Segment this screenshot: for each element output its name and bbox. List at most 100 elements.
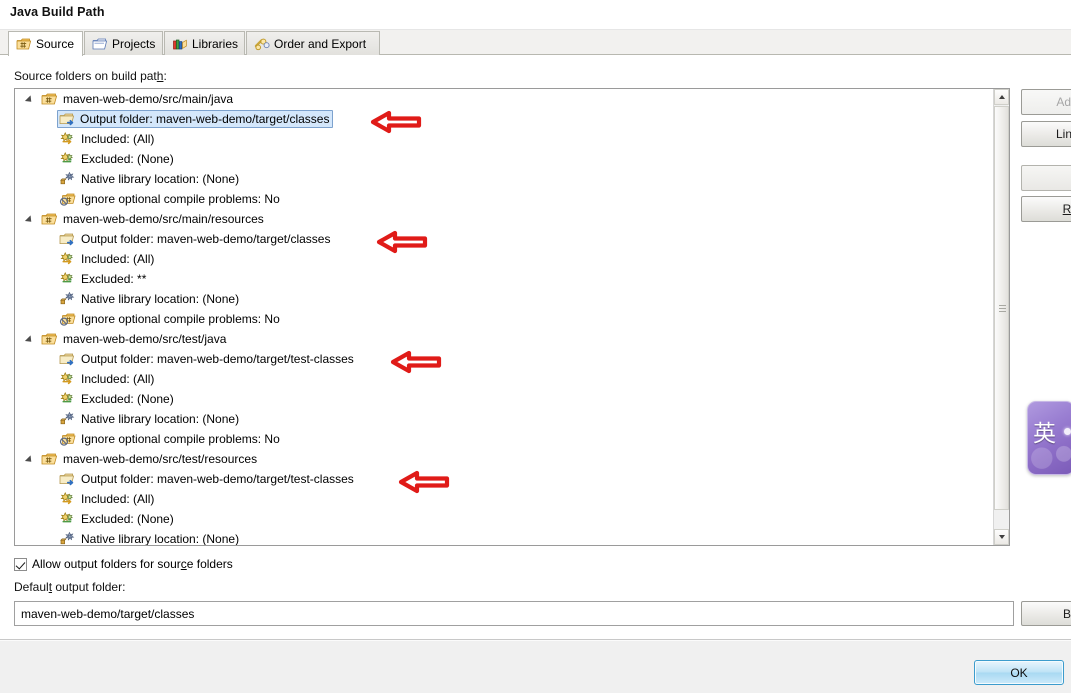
order-export-icon [254,37,270,51]
tree-child-label: Output folder: maven-web-demo/target/tes… [81,352,354,366]
tree-child-label: Output folder: maven-web-demo/target/cla… [80,112,330,126]
annotation-arrow-2 [376,230,428,257]
default-output-folder-input[interactable]: maven-web-demo/target/classes [14,601,1014,626]
link-source-button[interactable]: Link [1021,121,1071,147]
tree-item-content: Ignore optional compile problems: No [59,191,280,207]
tree-item-content: Output folder: maven-web-demo/target/tes… [59,351,354,367]
native-library-icon [59,411,77,427]
tree-child-row[interactable]: Native library location: (None) [15,529,993,545]
annotation-arrow-3 [390,350,442,377]
excluded-icon [59,271,77,287]
allow-output-folders-label: Allow output folders for source folders [32,557,233,571]
source-folders-tree[interactable]: maven-web-demo/src/main/java Output folde… [14,88,1010,546]
source-folder-icon [41,211,59,227]
native-library-icon [59,291,77,307]
tree-child-row[interactable]: Ignore optional compile problems: No [15,309,993,329]
tab-bar: Source Projects Libraries Order and Expo… [0,30,1071,56]
tree-child-row[interactable]: Output folder: maven-web-demo/target/tes… [15,469,993,489]
tree-item-content: Included: (All) [59,131,154,147]
native-library-icon [59,531,77,545]
tree-child-label: Included: (All) [81,372,155,386]
add-folder-button[interactable]: Add [1021,89,1071,115]
expand-collapse-icon[interactable] [24,335,35,345]
tree-child-label: Ignore optional compile problems: No [81,192,280,206]
output-folder-icon [59,111,77,127]
tree-child-row[interactable]: Included: (All) [15,369,993,389]
tree-child-label: Native library location: (None) [81,532,240,545]
expand-collapse-icon[interactable] [24,95,35,105]
tree-item-content: Ignore optional compile problems: No [59,431,280,447]
tab-source[interactable]: Source [8,31,83,56]
expand-collapse-icon[interactable] [24,215,35,225]
scroll-up-button[interactable] [994,89,1009,105]
annotation-arrow-1 [370,110,422,137]
excluded-icon [59,391,77,407]
tab-order-export-label: Order and Export [274,36,367,51]
expand-collapse-icon[interactable] [24,455,35,465]
tree-item-content: Excluded: (None) [59,511,174,527]
allow-output-folders-checkbox[interactable] [14,557,27,571]
ime-mode-label: 英 [1033,421,1056,447]
tree-child-row[interactable]: Included: (All) [15,129,993,149]
tab-libraries[interactable]: Libraries [164,31,245,55]
tab-order-and-export[interactable]: Order and Export [246,31,380,55]
source-folder-icon [41,331,59,347]
tree-root-row[interactable]: maven-web-demo/src/main/java [15,89,993,109]
tree-child-label: Included: (All) [81,132,155,146]
allow-output-folders-row[interactable]: Allow output folders for source folders [14,557,233,571]
tab-projects[interactable]: Projects [84,31,163,55]
browse-button[interactable]: B [1021,601,1071,626]
edit-button[interactable] [1021,165,1071,191]
tree-child-row[interactable]: Ignore optional compile problems: No [15,429,993,449]
tree-child-label: Ignore optional compile problems: No [81,312,280,326]
java-build-path-dialog: Java Build Path Source Projects Librarie… [0,0,1071,693]
tree-child-row[interactable]: Output folder: maven-web-demo/target/tes… [15,349,993,369]
tree-item-content: Ignore optional compile problems: No [59,311,280,327]
tree-child-row[interactable]: Output folder: maven-web-demo/target/cla… [15,109,993,129]
tree-child-row[interactable]: Native library location: (None) [15,169,993,189]
tree-item-content: Output folder: maven-web-demo/target/tes… [59,471,354,487]
tree-item-content: Excluded: (None) [59,151,174,167]
tree-child-label: Excluded: ** [81,272,147,286]
tree-child-row[interactable]: Included: (All) [15,249,993,269]
source-folder-icon [41,91,59,107]
included-icon [59,371,77,387]
included-icon [59,131,77,147]
ignore-problems-icon [59,431,77,447]
ime-language-badge[interactable]: 英 [1027,401,1071,475]
tree-child-row[interactable]: Native library location: (None) [15,289,993,309]
tree-child-row[interactable]: Included: (All) [15,489,993,509]
tree-root-row[interactable]: maven-web-demo/src/main/resources [15,209,993,229]
tree-root-label: maven-web-demo/src/main/resources [63,212,264,226]
tree-vertical-scrollbar[interactable] [993,89,1009,545]
source-folder-icon [16,37,32,51]
selected-tree-item: Output folder: maven-web-demo/target/cla… [57,110,334,128]
chevron-up-icon [999,95,1005,99]
tree-child-row[interactable]: Excluded: (None) [15,509,993,529]
tab-source-label: Source [36,37,75,51]
tree-child-row[interactable]: Ignore optional compile problems: No [15,189,993,209]
ok-button[interactable]: OK [974,660,1064,685]
tree-child-row[interactable]: Output folder: maven-web-demo/target/cla… [15,229,993,249]
page-title: Java Build Path [10,5,105,19]
tree-item-content: Included: (All) [59,251,154,267]
tree-root-row[interactable]: maven-web-demo/src/test/resources [15,449,993,469]
tab-libraries-label: Libraries [192,36,239,51]
tree-root-label: maven-web-demo/src/test/resources [63,452,258,466]
tree-root-row[interactable]: maven-web-demo/src/test/java [15,329,993,349]
ignore-problems-icon [59,311,77,327]
tree-child-row[interactable]: Excluded: (None) [15,149,993,169]
tree-child-row[interactable]: Excluded: (None) [15,389,993,409]
tree-child-row[interactable]: Excluded: ** [15,269,993,289]
annotation-arrow-4 [398,470,450,497]
tab-projects-label: Projects [112,36,156,51]
source-folders-label: Source folders on build path: [14,69,167,83]
remove-button[interactable]: R [1021,196,1071,222]
scrollbar-thumb[interactable] [994,106,1009,510]
tree-child-row[interactable]: Native library location: (None) [15,409,993,429]
tree-child-label: Output folder: maven-web-demo/target/tes… [81,472,354,486]
tree-child-label: Native library location: (None) [81,172,240,186]
libraries-icon [172,37,188,51]
tree-item-content: Included: (All) [59,371,154,387]
scroll-down-button[interactable] [994,529,1009,545]
